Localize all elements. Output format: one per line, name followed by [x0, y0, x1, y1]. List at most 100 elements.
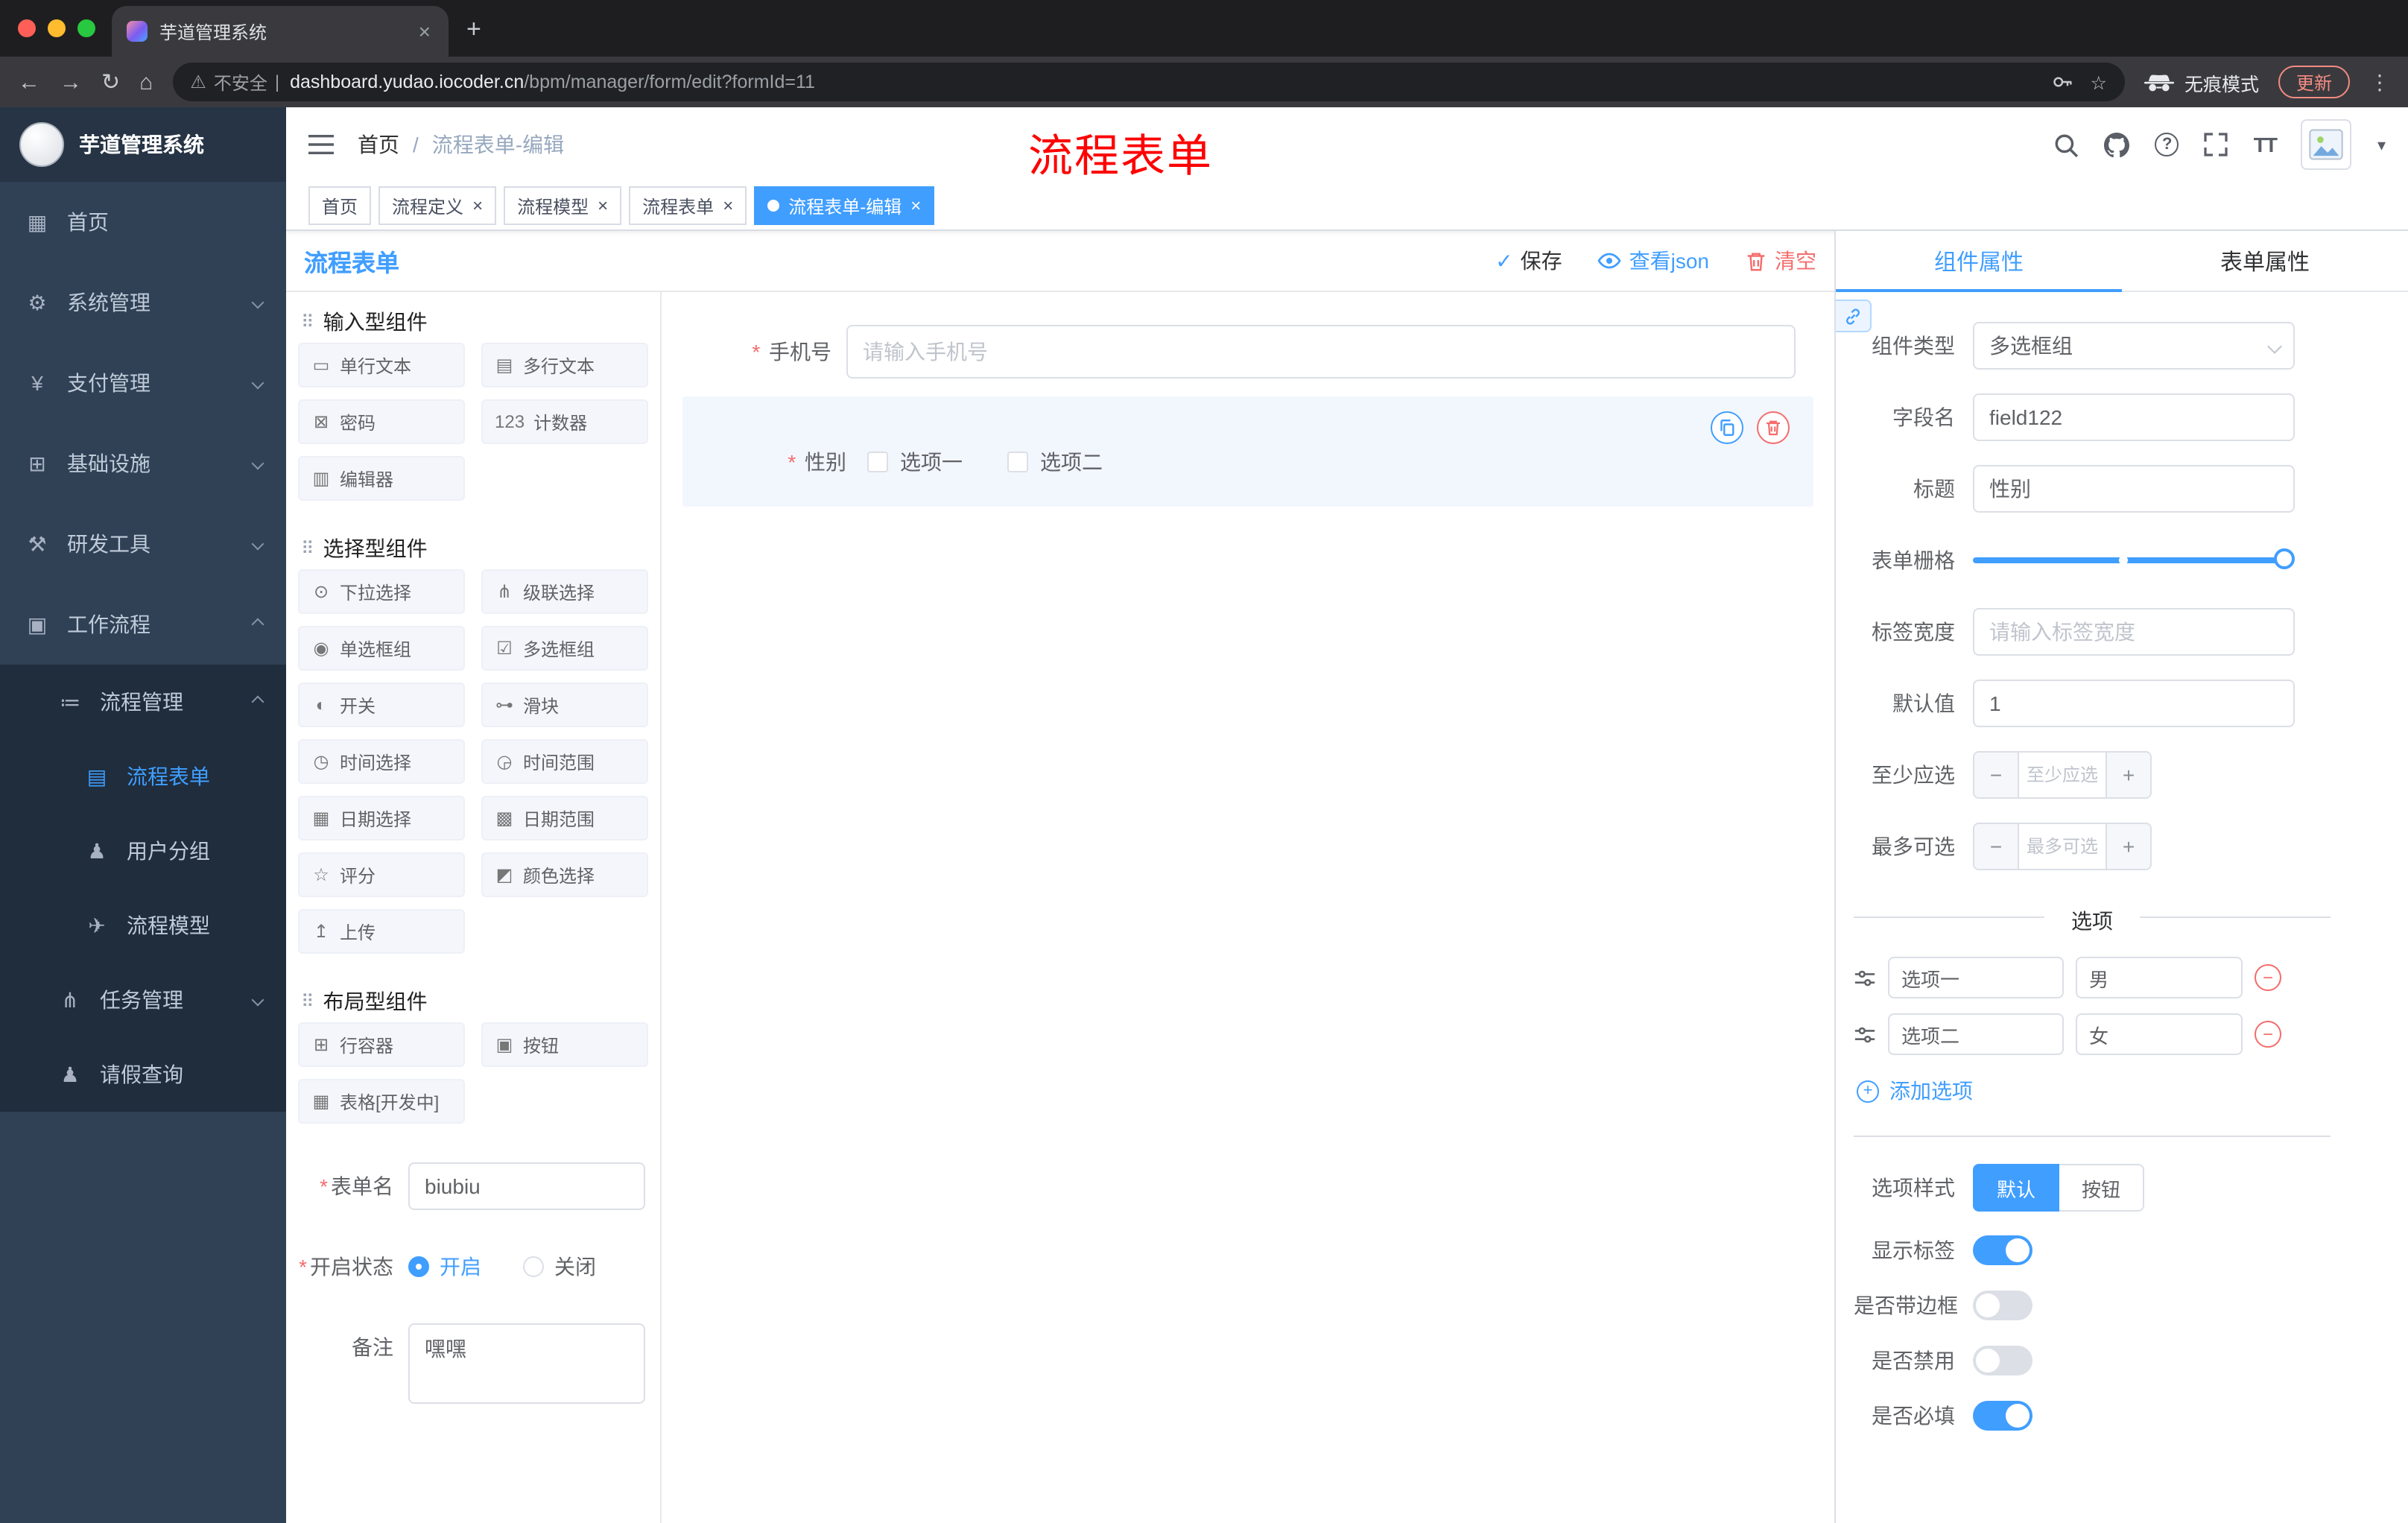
palette-item-select[interactable]: ⊙ 下拉选择 — [298, 569, 465, 614]
switch-required[interactable] — [1973, 1401, 2032, 1431]
bookmark-star-icon[interactable]: ☆ — [2091, 71, 2107, 93]
view-json-button[interactable]: 查看json — [1598, 246, 1709, 276]
palette-item-slider[interactable]: ⊶ 滑块 — [481, 683, 648, 727]
palette-item-color-picker[interactable]: ◩ 颜色选择 — [481, 852, 648, 897]
browser-tab[interactable]: 芋道管理系统 × — [112, 6, 449, 57]
font-size-icon[interactable]: TT — [2254, 133, 2278, 156]
option-drag-handle[interactable] — [1854, 1023, 1876, 1045]
palette-item-cascader[interactable]: ⋔ 级联选择 — [481, 569, 648, 614]
home-icon[interactable]: ⌂ — [139, 71, 153, 93]
browser-menu-icon[interactable]: ⋮ — [2369, 69, 2390, 95]
sidebar-item-user-group[interactable]: ♟ 用户分组 — [0, 814, 286, 888]
fullscreen-icon[interactable] — [2205, 133, 2228, 156]
palette-item-date-range[interactable]: ▩ 日期范围 — [481, 796, 648, 840]
palette-item-counter[interactable]: 123 计数器 — [481, 399, 648, 444]
link-badge[interactable] — [1836, 300, 1872, 332]
switch-with-border[interactable] — [1973, 1291, 2032, 1320]
palette-item-radio-group[interactable]: ◉ 单选框组 — [298, 626, 465, 671]
close-icon[interactable]: × — [723, 197, 733, 215]
github-icon[interactable] — [2104, 132, 2130, 157]
sidebar-item-payment[interactable]: ¥ 支付管理 — [0, 343, 286, 423]
hamburger-icon[interactable] — [308, 134, 334, 155]
sidebar-item-infra[interactable]: ⊞ 基础设施 — [0, 423, 286, 504]
sidebar-item-leave-query[interactable]: ♟ 请假查询 — [0, 1037, 286, 1112]
grid-slider[interactable] — [1973, 548, 2295, 569]
form-canvas[interactable]: * 手机号 请输入手机号 * 性别 选项一 选项二 — [662, 292, 1834, 1523]
tag-process-def[interactable]: 流程定义 × — [378, 186, 497, 225]
close-window-button[interactable] — [18, 19, 36, 37]
palette-item-password[interactable]: ⊠ 密码 — [298, 399, 465, 444]
address-bar[interactable]: ⚠ 不安全 | dashboard.yudao.iocoder.cn/bpm/m… — [172, 63, 2125, 101]
delete-field-button[interactable] — [1757, 411, 1790, 444]
back-icon[interactable]: ← — [18, 71, 40, 93]
clear-button[interactable]: 清空 — [1745, 246, 1816, 276]
reload-icon[interactable]: ↻ — [101, 71, 120, 93]
tab-component-props[interactable]: 组件属性 — [1836, 231, 2122, 292]
palette-item-switch[interactable]: ◐ 开关 — [298, 683, 465, 727]
sidebar-item-devtools[interactable]: ⚒ 研发工具 — [0, 504, 286, 584]
palette-item-time-picker[interactable]: ◷ 时间选择 — [298, 739, 465, 784]
avatar[interactable] — [2301, 119, 2352, 170]
add-option-button[interactable]: + 添加选项 — [1857, 1076, 2331, 1106]
key-icon[interactable] — [2052, 72, 2073, 92]
palette-item-rate[interactable]: ☆ 评分 — [298, 852, 465, 897]
palette-item-button[interactable]: ▣ 按钮 — [481, 1022, 648, 1067]
checkbox-option[interactable]: 选项一 — [867, 447, 963, 477]
phone-input[interactable] — [846, 325, 1796, 379]
copy-field-button[interactable] — [1711, 411, 1743, 444]
palette-item-editor[interactable]: ▥ 编辑器 — [298, 456, 465, 501]
sidebar-item-process-form[interactable]: ▤ 流程表单 — [0, 739, 286, 814]
zoom-window-button[interactable] — [77, 19, 95, 37]
label-width-input[interactable] — [1973, 608, 2295, 656]
avatar-caret-icon[interactable]: ▾ — [2377, 135, 2386, 154]
option-label-input[interactable] — [1888, 957, 2064, 998]
component-type-select[interactable] — [1973, 322, 2295, 370]
minus-button[interactable]: − — [1974, 753, 2019, 797]
tab-form-props[interactable]: 表单属性 — [2122, 231, 2408, 291]
remove-option-button[interactable]: − — [2255, 1021, 2281, 1048]
update-button[interactable]: 更新 — [2278, 66, 2350, 98]
minus-button[interactable]: − — [1974, 824, 2019, 869]
palette-item-time-range[interactable]: ◶ 时间范围 — [481, 739, 648, 784]
sidebar-item-process-model[interactable]: ✈ 流程模型 — [0, 888, 286, 963]
close-icon[interactable]: × — [472, 197, 483, 215]
form-remark-textarea[interactable]: 嘿嘿 — [408, 1323, 645, 1404]
checkbox-option[interactable]: 选项二 — [1007, 447, 1103, 477]
min-stepper-input[interactable] — [2019, 753, 2106, 797]
search-icon[interactable] — [2054, 132, 2079, 157]
option-value-input[interactable] — [2076, 957, 2243, 998]
new-tab-button[interactable]: + — [466, 15, 481, 45]
close-icon[interactable]: × — [910, 197, 921, 215]
tag-process-model[interactable]: 流程模型 × — [504, 186, 622, 225]
palette-item-checkbox-group[interactable]: ☑ 多选框组 — [481, 626, 648, 671]
max-stepper-input[interactable] — [2019, 824, 2106, 869]
radio-disabled[interactable]: 关闭 — [523, 1252, 596, 1282]
radio-enabled[interactable]: 开启 — [408, 1252, 481, 1282]
style-choice-button[interactable]: 按钮 — [2059, 1164, 2145, 1212]
remove-option-button[interactable]: − — [2255, 964, 2281, 991]
tab-close-icon[interactable]: × — [416, 19, 434, 43]
sidebar-item-home[interactable]: ▦ 首页 — [0, 182, 286, 262]
sidebar-item-system[interactable]: ⚙ 系统管理 — [0, 262, 286, 343]
sidebar-item-process-mgmt[interactable]: ≔ 流程管理 — [0, 665, 286, 739]
option-label-input[interactable] — [1888, 1013, 2064, 1055]
switch-disabled[interactable] — [1973, 1346, 2032, 1375]
close-icon[interactable]: × — [598, 197, 608, 215]
field-phone[interactable]: * 手机号 — [682, 316, 1813, 387]
checkbox-icon[interactable] — [1007, 452, 1028, 472]
slider-handle[interactable] — [2274, 548, 2295, 569]
save-button[interactable]: ✓ 保存 — [1495, 246, 1562, 276]
minimize-window-button[interactable] — [48, 19, 66, 37]
sidebar-item-task-mgmt[interactable]: ⋔ 任务管理 — [0, 963, 286, 1037]
field-gender-selected[interactable]: * 性别 选项一 选项二 — [682, 396, 1813, 507]
tag-process-form[interactable]: 流程表单 × — [629, 186, 747, 225]
plus-button[interactable]: + — [2106, 753, 2150, 797]
field-name-input[interactable] — [1973, 393, 2295, 441]
palette-item-textarea[interactable]: ▤ 多行文本 — [481, 343, 648, 387]
palette-item-row[interactable]: ⊞ 行容器 — [298, 1022, 465, 1067]
palette-item-input-text[interactable]: ▭ 单行文本 — [298, 343, 465, 387]
tag-process-form-edit[interactable]: 流程表单-编辑 × — [754, 186, 935, 225]
option-value-input[interactable] — [2076, 1013, 2243, 1055]
sidebar-logo[interactable]: 芋道管理系统 — [0, 107, 286, 182]
option-drag-handle[interactable] — [1854, 966, 1876, 989]
